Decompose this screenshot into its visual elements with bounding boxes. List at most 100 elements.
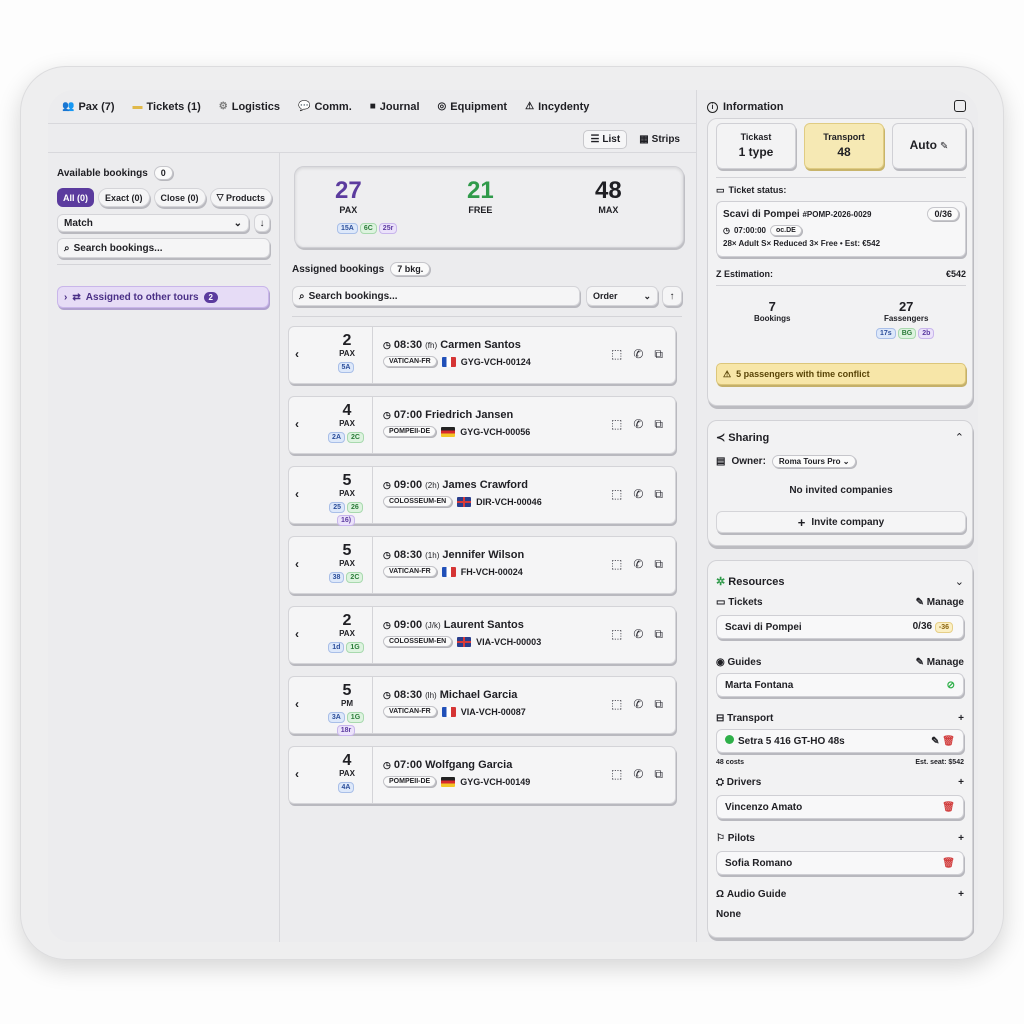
vehicle-resource-item[interactable]: Setra 5 416 GT-HO 48s ✎ 🗑 (716, 729, 964, 753)
products-filter-button[interactable]: ▽ Products (209, 188, 272, 207)
booking-card[interactable]: ‹ 5 PM 3A 1G 18r ◷ 08:30 (lh) Michael Garc… (288, 676, 676, 736)
pencil-icon[interactable]: ✎ (931, 736, 939, 747)
pilot-resource-item[interactable]: Sofia Romano 🗑 (716, 851, 964, 875)
trash-icon[interactable]: 🗑 (942, 858, 955, 869)
tab-logistics[interactable]: ⚙ Logistics (219, 101, 280, 113)
add-driver-button[interactable]: + (958, 777, 964, 788)
external-link-icon[interactable]: ⧉ (654, 417, 663, 432)
clock-icon: ◷ (383, 340, 391, 350)
phone-icon[interactable]: ✆ (633, 627, 643, 642)
external-link-icon[interactable]: ⧉ (654, 347, 663, 362)
phone-icon[interactable]: ✆ (633, 487, 643, 502)
tab-comm[interactable]: 💬 Comm. (298, 101, 352, 113)
order-select[interactable]: Order ⌄ (586, 286, 658, 306)
panel-toggle-icon[interactable] (954, 100, 966, 112)
booking-card[interactable]: ‹ 4 PAX 2A 2C ◷ 07:00 Friedrich Jansen PO… (288, 396, 676, 454)
ticket-status-card[interactable]: Scavi di Pompei #POMP-2026-0029 0/36 ◷ 07:… (716, 201, 966, 257)
owner-select[interactable]: Roma Tours Pro ⌄ (771, 455, 857, 468)
message-icon[interactable]: ⬚ (611, 417, 622, 432)
ticket-resource-item[interactable]: Scavi di Pompei 0/36 -36 (716, 615, 964, 639)
chevron-left-icon[interactable]: ‹ (295, 767, 299, 781)
auto-tab[interactable]: Auto ✎ (892, 123, 966, 169)
booking-card[interactable]: ‹ 4 PAX 4A ◷ 07:00 Wolfgang Garcia POMPE… (288, 746, 676, 804)
tab-journal[interactable]: ■ Journal (370, 101, 420, 113)
manage-tickets-button[interactable]: ✎ Manage (916, 597, 964, 608)
tour-tag: VATICAN-FR (383, 706, 437, 717)
booking-actions: ⬚ ✆ ⧉ (611, 627, 663, 642)
add-audio-guide-button[interactable]: + (958, 889, 964, 900)
sort-up-button[interactable]: ↑ (662, 286, 682, 306)
booking-lang: (2h) (425, 481, 440, 490)
driver-resource-item[interactable]: Vincenzo Amato 🗑 (716, 795, 964, 819)
strips-view-button[interactable]: ▦ Strips (633, 130, 686, 149)
trash-icon[interactable]: 🗑 (942, 802, 955, 813)
tab-incidents[interactable]: ⚠ Incydenty (525, 101, 589, 113)
phone-icon[interactable]: ✆ (633, 557, 643, 572)
list-view-button[interactable]: ☰ List (583, 130, 628, 149)
message-icon[interactable]: ⬚ (611, 487, 622, 502)
capacity-summary: 27 PAX 15A 6C 25r 21 FREE 48 MAX (294, 166, 684, 248)
tickets-type-tab[interactable]: Tickast 1 type (716, 123, 796, 169)
booking-card[interactable]: ‹ 2 PAX 5A ◷ 08:30 (fh) Carmen Santos VA… (288, 326, 676, 384)
message-icon[interactable]: ⬚ (611, 627, 622, 642)
bookings-count: 7 (768, 299, 776, 314)
filter-close-button[interactable]: Close (0) (153, 188, 206, 207)
add-pilot-button[interactable]: + (958, 833, 964, 844)
assigned-bookings-column: 27 PAX 15A 6C 25r 21 FREE 48 MAX Assigned … (280, 152, 696, 942)
chevron-left-icon[interactable]: ‹ (295, 417, 299, 431)
trash-icon[interactable]: 🗑 (942, 736, 955, 747)
chevron-left-icon[interactable]: ‹ (295, 347, 299, 361)
guide-resource-item[interactable]: Marta Fontana ⊘ (716, 673, 964, 697)
chevron-left-icon[interactable]: ‹ (295, 557, 299, 571)
manage-guides-button[interactable]: ✎ Manage (916, 657, 964, 668)
sort-direction-button[interactable]: ↓ (254, 214, 270, 232)
available-search-input[interactable]: ⌕ Search bookings... (57, 238, 270, 258)
chip: 38 (328, 572, 345, 583)
tab-label: Logistics (231, 100, 281, 113)
external-link-icon[interactable]: ⧉ (654, 557, 663, 572)
booking-card[interactable]: ‹ 5 PAX 38 2C ◷ 08:30 (1h) Jennifer Wilso… (288, 536, 676, 594)
tab-equipment[interactable]: ◎ Equipment (438, 101, 508, 113)
resources-header[interactable]: ✲ Resources ⌄ (716, 575, 964, 588)
tab-pax[interactable]: 👥 Pax (7) (62, 101, 115, 113)
add-transport-button[interactable]: + (958, 713, 964, 724)
filter-exact-button[interactable]: Exact (0) (98, 188, 150, 207)
estimation-label: Z Estimation: (716, 269, 774, 279)
transport-tab[interactable]: Transport 48 (804, 123, 884, 169)
chevron-left-icon[interactable]: ‹ (295, 487, 299, 501)
booking-card[interactable]: ‹ 5 PAX 25 26 16) ◷ 09:00 (2h) James Crawf… (288, 466, 676, 526)
building-icon: ▤ (716, 456, 726, 467)
phone-icon[interactable]: ✆ (633, 767, 643, 782)
status-dot-icon (725, 735, 734, 744)
external-link-icon[interactable]: ⧉ (654, 767, 663, 782)
booking-time: 07:00 (393, 409, 423, 421)
tab-tickets[interactable]: ▬ Tickets (1) (133, 101, 201, 113)
assigned-search-input[interactable]: ⌕ Search bookings... (292, 286, 580, 306)
sharing-header[interactable]: ≺ Sharing ⌃ (716, 431, 964, 444)
tour-tag: VATICAN-FR (383, 566, 437, 577)
invite-company-button[interactable]: + Invite company (716, 511, 966, 533)
filter-all-button[interactable]: All (0) (57, 188, 95, 207)
chevron-left-icon[interactable]: ‹ (295, 627, 299, 641)
match-select[interactable]: Match ⌄ (57, 214, 249, 232)
external-link-icon[interactable]: ⧉ (654, 487, 663, 502)
external-link-icon[interactable]: ⧉ (654, 627, 663, 642)
headphones-icon: Ω (716, 889, 725, 900)
clock-icon: ◷ (383, 480, 391, 490)
time-conflict-warning[interactable]: ⚠ 5 passengers with time conflict (716, 363, 966, 385)
chevron-left-icon[interactable]: ‹ (295, 697, 299, 711)
passengers-stat: 27 Fassengers 17s BG 2b (876, 299, 936, 339)
external-link-icon[interactable]: ⧉ (654, 697, 663, 712)
message-icon[interactable]: ⬚ (611, 767, 622, 782)
tab-bottom: 1 type (738, 145, 774, 159)
assigned-other-tours-row[interactable]: › ⇄ Assigned to other tours 2 (57, 286, 269, 308)
phone-icon[interactable]: ✆ (633, 697, 643, 712)
message-icon[interactable]: ⬚ (611, 557, 622, 572)
phone-icon[interactable]: ✆ (633, 417, 643, 432)
ticket-item-name: Scavi di Pompei (725, 621, 802, 633)
phone-icon[interactable]: ✆ (633, 347, 643, 362)
booking-card[interactable]: ‹ 2 PAX 1d 1G ◷ 09:00 (J/k) Laurent Santo… (288, 606, 676, 664)
message-icon[interactable]: ⬚ (611, 347, 622, 362)
divider (372, 537, 373, 593)
message-icon[interactable]: ⬚ (611, 697, 622, 712)
